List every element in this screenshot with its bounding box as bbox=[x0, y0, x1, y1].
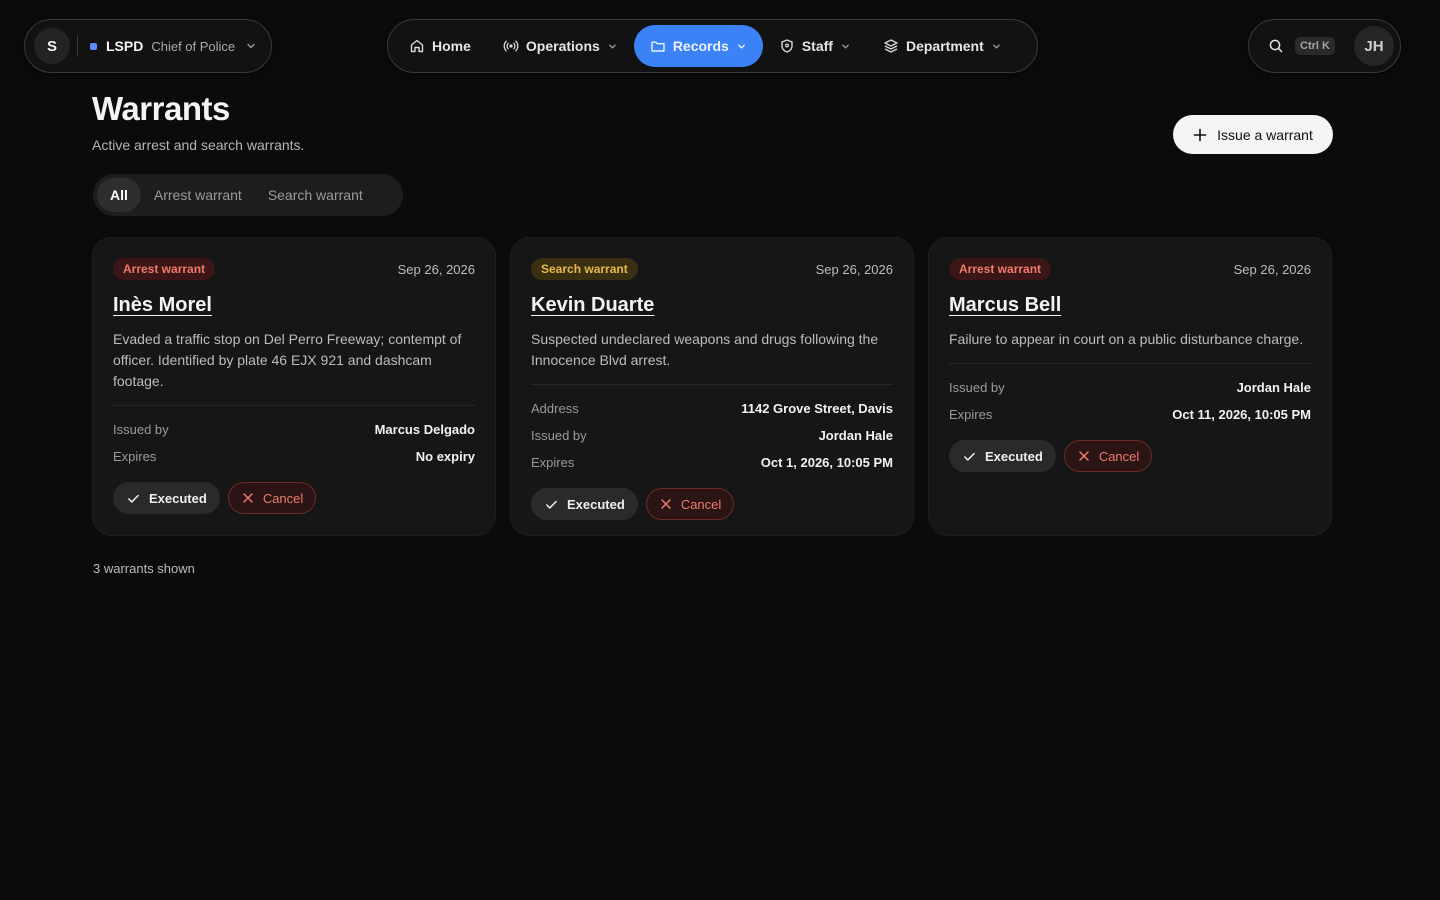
field-row: Expires Oct 1, 2026, 10:05 PM bbox=[531, 449, 893, 476]
org-switcher[interactable]: S LSPD Chief of Police bbox=[24, 19, 272, 73]
field-label: Issued by bbox=[531, 428, 587, 443]
field-label: Issued by bbox=[949, 380, 1005, 395]
close-icon bbox=[660, 498, 672, 510]
filter-all[interactable]: All bbox=[97, 178, 141, 212]
page-title: Warrants bbox=[92, 90, 230, 127]
results-count: 3 warrants shown bbox=[93, 561, 195, 576]
field-value: Oct 11, 2026, 10:05 PM bbox=[1172, 407, 1311, 422]
warrant-subject-name[interactable]: Kevin Duarte bbox=[531, 294, 654, 317]
shield-icon bbox=[779, 38, 795, 54]
nav-item-label: Operations bbox=[525, 38, 600, 54]
field-label: Address bbox=[531, 401, 579, 416]
mark-executed-button[interactable]: Executed bbox=[949, 440, 1056, 472]
close-icon bbox=[1078, 450, 1090, 462]
warrant-type-filter: All Arrest warrant Search warrant bbox=[93, 174, 403, 216]
cancel-label: Cancel bbox=[262, 490, 304, 506]
nav-item-label: Home bbox=[432, 38, 471, 54]
warrant-card: Arrest warrant Sep 26, 2026 Inès Morel E… bbox=[92, 237, 496, 536]
field-value: No expiry bbox=[415, 449, 475, 464]
org-avatar: S bbox=[34, 28, 70, 64]
field-row: Address 1142 Grove Street, Davis bbox=[531, 395, 893, 422]
org-status-dot bbox=[90, 42, 97, 50]
field-value: Jordan Hale bbox=[1236, 380, 1311, 395]
warrant-description: Suspected undeclared weapons and drugs f… bbox=[531, 331, 879, 368]
org-role: Chief of Police bbox=[151, 38, 236, 54]
nav-item-label: Department bbox=[905, 38, 984, 54]
chevron-down-icon bbox=[840, 41, 851, 52]
folder-icon bbox=[650, 38, 666, 54]
nav-item-label: Staff bbox=[801, 38, 833, 54]
cancel-label: Cancel bbox=[1098, 448, 1140, 464]
field-label: Expires bbox=[531, 455, 575, 470]
field-row: Expires No expiry bbox=[113, 443, 475, 470]
filter-arrest-warrant[interactable]: Arrest warrant bbox=[141, 178, 255, 212]
chevron-down-icon bbox=[245, 40, 257, 52]
cancel-warrant-button[interactable]: Cancel bbox=[645, 488, 735, 520]
field-row: Issued by Jordan Hale bbox=[949, 374, 1311, 401]
warrant-card: Search warrant Sep 26, 2026 Kevin Duarte… bbox=[510, 237, 914, 536]
nav-item-department[interactable]: Department bbox=[867, 25, 1018, 67]
issue-warrant-label: Issue a warrant bbox=[1217, 126, 1313, 143]
card-divider bbox=[949, 363, 1311, 364]
field-label: Expires bbox=[113, 449, 157, 464]
cancel-label: Cancel bbox=[680, 496, 722, 512]
check-icon bbox=[545, 498, 558, 511]
check-icon bbox=[127, 492, 140, 505]
org-divider bbox=[77, 35, 78, 57]
field-value: 1142 Grove Street, Davis bbox=[741, 401, 893, 416]
nav-item-label: Records bbox=[672, 38, 729, 54]
warrant-description: Evaded a traffic stop on Del Perro Freew… bbox=[113, 331, 462, 389]
user-avatar[interactable]: JH bbox=[1354, 26, 1394, 66]
cancel-warrant-button[interactable]: Cancel bbox=[1063, 440, 1153, 472]
search-and-user: Ctrl K JH bbox=[1248, 19, 1401, 73]
field-label: Expires bbox=[949, 407, 993, 422]
warrant-date: Sep 26, 2026 bbox=[397, 261, 475, 277]
field-value: Oct 1, 2026, 10:05 PM bbox=[760, 455, 893, 470]
field-row: Issued by Jordan Hale bbox=[531, 422, 893, 449]
nav-item-operations[interactable]: Operations bbox=[487, 25, 634, 67]
warrant-date: Sep 26, 2026 bbox=[1233, 261, 1311, 277]
field-row: Issued by Marcus Delgado bbox=[113, 416, 475, 443]
field-value: Marcus Delgado bbox=[374, 422, 475, 437]
mark-executed-button[interactable]: Executed bbox=[113, 482, 220, 514]
plus-icon bbox=[1193, 128, 1207, 142]
check-icon bbox=[963, 450, 976, 463]
chevron-down-icon bbox=[991, 41, 1002, 52]
close-icon bbox=[242, 492, 254, 504]
broadcast-icon bbox=[503, 38, 519, 54]
search-shortcut: Ctrl K bbox=[1295, 37, 1335, 55]
executed-label: Executed bbox=[985, 448, 1043, 464]
cancel-warrant-button[interactable]: Cancel bbox=[227, 482, 317, 514]
issue-warrant-button[interactable]: Issue a warrant bbox=[1173, 115, 1333, 154]
field-value: Jordan Hale bbox=[818, 428, 893, 443]
warrant-type-badge: Arrest warrant bbox=[113, 258, 216, 280]
warrant-date: Sep 26, 2026 bbox=[815, 261, 893, 277]
warrant-type-badge: Search warrant bbox=[531, 258, 638, 280]
chevron-down-icon bbox=[607, 41, 618, 52]
executed-label: Executed bbox=[149, 490, 207, 506]
warrant-subject-name[interactable]: Marcus Bell bbox=[949, 294, 1061, 317]
executed-label: Executed bbox=[567, 496, 625, 512]
search-icon[interactable] bbox=[1268, 38, 1284, 54]
home-icon bbox=[409, 38, 425, 54]
warrant-type-badge: Arrest warrant bbox=[949, 258, 1052, 280]
layers-icon bbox=[883, 38, 899, 54]
card-divider bbox=[531, 384, 893, 385]
filter-search-warrant[interactable]: Search warrant bbox=[255, 178, 376, 212]
warrant-description: Failure to appear in court on a public d… bbox=[949, 331, 1304, 347]
nav-item-staff[interactable]: Staff bbox=[763, 25, 867, 67]
chevron-down-icon bbox=[736, 41, 747, 52]
mark-executed-button[interactable]: Executed bbox=[531, 488, 638, 520]
nav-item-records[interactable]: Records bbox=[633, 25, 763, 67]
nav-item-home[interactable]: Home bbox=[393, 25, 487, 67]
main-nav: Home Operations Records Staff Department bbox=[387, 19, 1038, 73]
warrant-card: Arrest warrant Sep 26, 2026 Marcus Bell … bbox=[928, 237, 1332, 536]
field-label: Issued by bbox=[113, 422, 169, 437]
field-row: Expires Oct 11, 2026, 10:05 PM bbox=[949, 401, 1311, 428]
card-divider bbox=[113, 405, 475, 406]
org-name: LSPD bbox=[106, 38, 144, 54]
page-subtitle: Active arrest and search warrants. bbox=[92, 137, 305, 153]
warrant-subject-name[interactable]: Inès Morel bbox=[113, 294, 212, 317]
